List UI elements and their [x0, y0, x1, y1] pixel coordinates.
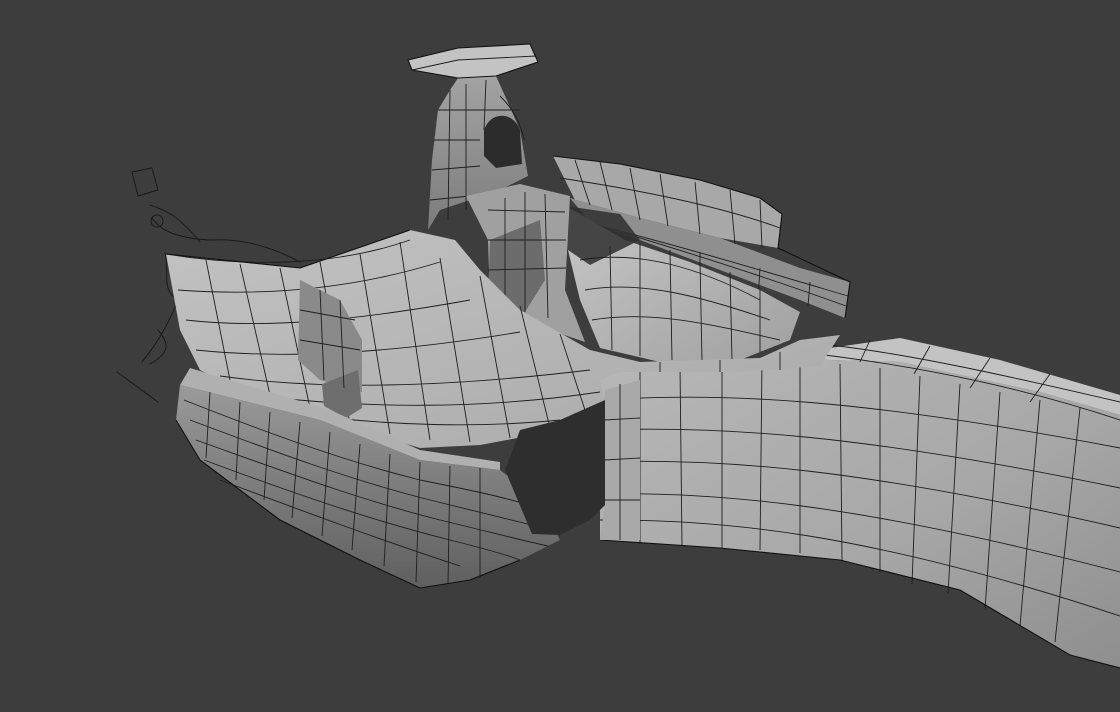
car-nose-section [599, 338, 1120, 669]
viewport-canvas[interactable] [0, 0, 1120, 712]
3d-viewport[interactable] [0, 0, 1120, 712]
